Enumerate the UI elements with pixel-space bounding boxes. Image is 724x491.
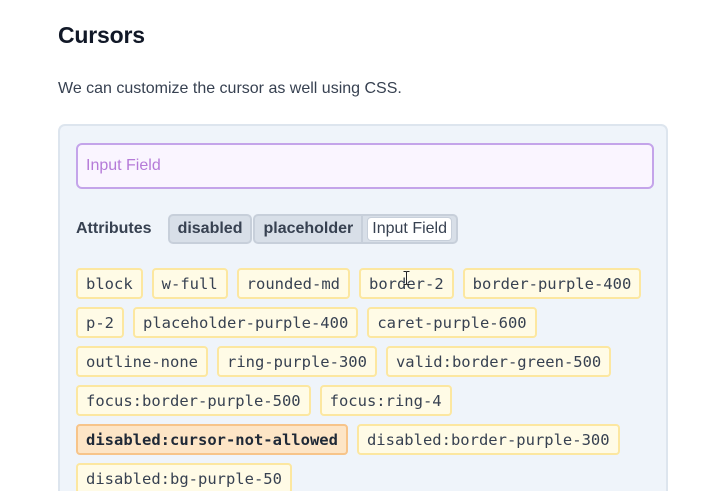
class-row: disabled:bg-purple-50 [76,463,646,491]
attributes-label: Attributes [76,220,152,237]
class-chip: rounded-md [236,268,350,299]
class-chip: placeholder-purple-400 [133,307,359,338]
demo-input-field[interactable] [76,143,654,189]
class-chip: ring-purple-300 [216,346,377,377]
class-row: outline-none ring-purple-300 valid:border-… [76,346,646,377]
class-chip: disabled:border-purple-300 [356,424,620,455]
attribute-placeholder-value-wrap: Input Field [363,214,458,244]
class-chip: border-purple-400 [462,268,642,299]
class-chip: border-2 [359,268,454,299]
class-chip: focus:ring-4 [319,385,452,416]
attributes-row: Attributes disabled placeholder Input Fi… [76,214,458,244]
class-row: focus:border-purple-500 focus:ring-4 [76,385,646,416]
demo-panel: Attributes disabled placeholder Input Fi… [58,124,668,491]
cursors-section: Cursors We can customize the cursor as w… [0,0,724,491]
class-row: p-2 placeholder-purple-400 caret-purple-60… [76,307,646,338]
class-chip: caret-purple-600 [367,307,537,338]
section-description: We can customize the cursor as well usin… [58,80,402,97]
class-chip: w-full [151,268,228,299]
class-chip: outline-none [76,346,208,377]
class-row: disabled:cursor-not-allowed disabled:bord… [76,424,646,455]
section-title: Cursors [58,22,145,48]
attribute-placeholder: placeholder Input Field [252,214,458,244]
attribute-placeholder-value: Input Field [367,217,452,241]
class-chip: focus:border-purple-500 [76,385,311,416]
attribute-placeholder-name: placeholder [253,214,364,244]
class-list: block w-full rounded-md border-2 border-purp… [76,268,646,491]
class-chip: block [76,268,143,299]
class-chip: p-2 [76,307,124,338]
class-row: block w-full rounded-md border-2 border-purp… [76,268,646,299]
class-chip-highlighted: disabled:cursor-not-allowed [76,424,348,455]
class-chip: disabled:bg-purple-50 [76,463,292,491]
class-chip: valid:border-green-500 [385,346,612,377]
attribute-disabled: disabled [167,214,253,244]
